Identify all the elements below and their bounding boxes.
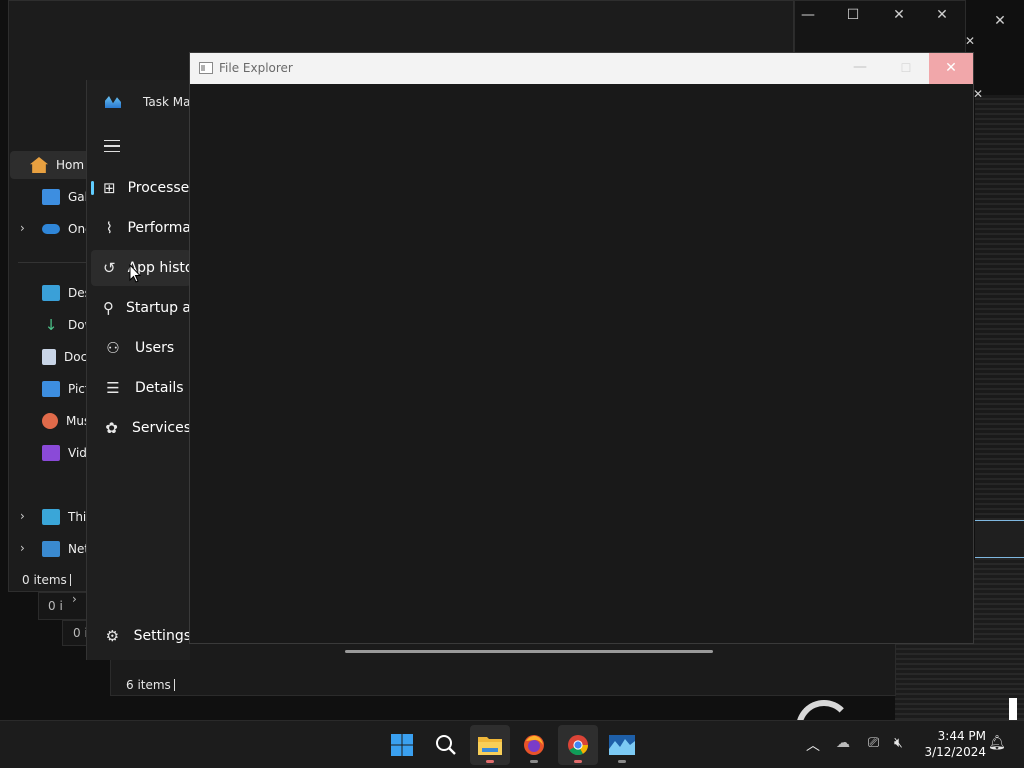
gallery-icon: [42, 189, 60, 205]
bottom-status-items: 6 items: [126, 678, 171, 692]
documents-icon: [42, 349, 56, 365]
nav-label: Services: [131, 420, 191, 436]
search-button[interactable]: [426, 725, 466, 765]
chevron-up-icon[interactable]: ︿: [806, 735, 820, 755]
taskbar-file-explorer[interactable]: [470, 725, 510, 765]
task-manager-app-icon: [105, 96, 121, 108]
taskbar: ︿ ☁ ⎚ 🔇︎ 3:44 PM 3/12/2024 🔔︎: [0, 720, 1024, 768]
file-explorer-window: File Explorer — ☐ ✕: [189, 52, 974, 644]
home-icon: [30, 157, 48, 173]
file-explorer-icon: [478, 737, 502, 755]
taskbar-firefox[interactable]: [514, 725, 554, 765]
music-icon: [42, 413, 58, 429]
loading-spinner-icon: [796, 700, 852, 720]
services-icon: ✿: [105, 419, 118, 437]
taskbar-chrome[interactable]: [558, 725, 598, 765]
close-button[interactable]: ✕: [929, 53, 973, 84]
notification-bell-icon[interactable]: 🔔︎: [988, 735, 1006, 751]
clock[interactable]: 3:44 PM 3/12/2024: [920, 728, 986, 760]
nav-label: Hom: [56, 158, 85, 172]
tm-nav-services[interactable]: ✿ Services: [87, 410, 191, 446]
network-icon: [42, 541, 60, 557]
running-indicator: [486, 760, 494, 763]
nav-label: Processes: [127, 180, 191, 196]
chevron-right-icon[interactable]: ›: [72, 592, 77, 606]
nav-label: Details: [135, 380, 184, 396]
running-indicator: [618, 760, 626, 763]
gear-icon: ⚙: [105, 627, 120, 645]
pictures-icon: [42, 381, 60, 397]
explorer-status-items: 0 items: [22, 573, 67, 587]
maximize-button[interactable]: ☐: [833, 0, 873, 30]
title-bar[interactable]: File Explorer — ☐ ✕: [190, 53, 973, 84]
background-window: [975, 520, 1024, 558]
tm-nav-settings[interactable]: ⚙ Settings: [87, 618, 191, 654]
nav-label: Settings: [133, 628, 191, 644]
minimize-button[interactable]: —: [788, 0, 828, 30]
tm-nav-processes[interactable]: ⊞ Processes: [87, 170, 191, 206]
running-indicator: [530, 760, 538, 763]
chrome-icon: [568, 735, 589, 756]
start-button[interactable]: [382, 725, 422, 765]
horizontal-scrollbar[interactable]: [345, 650, 713, 653]
status-separator: [174, 679, 175, 691]
background-window: [110, 640, 896, 696]
file-explorer-app-icon: [199, 62, 213, 74]
clock-time: 3:44 PM: [937, 729, 986, 743]
this-pc-icon: [42, 509, 60, 525]
maximize-button[interactable]: ☐: [886, 53, 926, 84]
tm-nav-startup-apps[interactable]: ⚲ Startup a: [87, 290, 191, 326]
download-icon: ↓: [44, 316, 58, 334]
mouse-cursor-icon: [129, 264, 141, 283]
processes-icon: ⊞: [103, 179, 116, 197]
tm-nav-performance[interactable]: ⌇ Performa: [87, 210, 191, 246]
startup-apps-icon: ⚲: [103, 299, 114, 317]
onedrive-icon[interactable]: ☁: [836, 735, 850, 751]
search-icon: [436, 735, 456, 755]
close-button[interactable]: ✕: [879, 0, 919, 30]
status-separator: [70, 574, 71, 586]
task-manager-icon: [609, 735, 635, 755]
desktop-icon: [42, 285, 60, 301]
videos-icon: [42, 445, 60, 461]
network-icon[interactable]: ⎚: [868, 735, 879, 751]
start-icon: [391, 734, 413, 756]
volume-muted-icon[interactable]: 🔇︎: [894, 735, 903, 751]
performance-icon: ⌇: [105, 219, 113, 237]
hamburger-menu-icon[interactable]: [104, 140, 120, 152]
tm-nav-details[interactable]: ☰ Details: [87, 370, 191, 406]
window-title: File Explorer: [219, 61, 293, 75]
nav-label: Users: [135, 340, 175, 356]
clock-date: 3/12/2024: [924, 745, 986, 759]
app-history-icon: ↺: [103, 259, 116, 277]
onedrive-icon: [42, 224, 60, 234]
background-status: 0 i: [48, 599, 63, 613]
hamburger-line: [104, 145, 120, 147]
minimize-button[interactable]: —: [840, 53, 880, 84]
nav-label: Performa: [127, 220, 191, 236]
window-edge: [1009, 698, 1017, 720]
nav-label: Startup a: [126, 300, 191, 316]
running-indicator: [574, 760, 582, 763]
taskbar-task-manager[interactable]: [602, 725, 642, 765]
details-icon: ☰: [106, 379, 120, 397]
tm-nav-app-history[interactable]: ↺ App histo: [91, 250, 191, 286]
task-manager-window: Task Man ⊞ Processes ⌇ Performa ↺ App histo…: [86, 80, 198, 660]
users-icon: ⚇: [106, 339, 120, 357]
desktop: — ☐ ✕ — ☐ ✕ ✕ ✕ ✕ ✕ Hom Galle › One Desk…: [0, 0, 1024, 720]
tm-nav-users[interactable]: ⚇ Users: [87, 330, 191, 366]
firefox-icon: [524, 735, 544, 755]
